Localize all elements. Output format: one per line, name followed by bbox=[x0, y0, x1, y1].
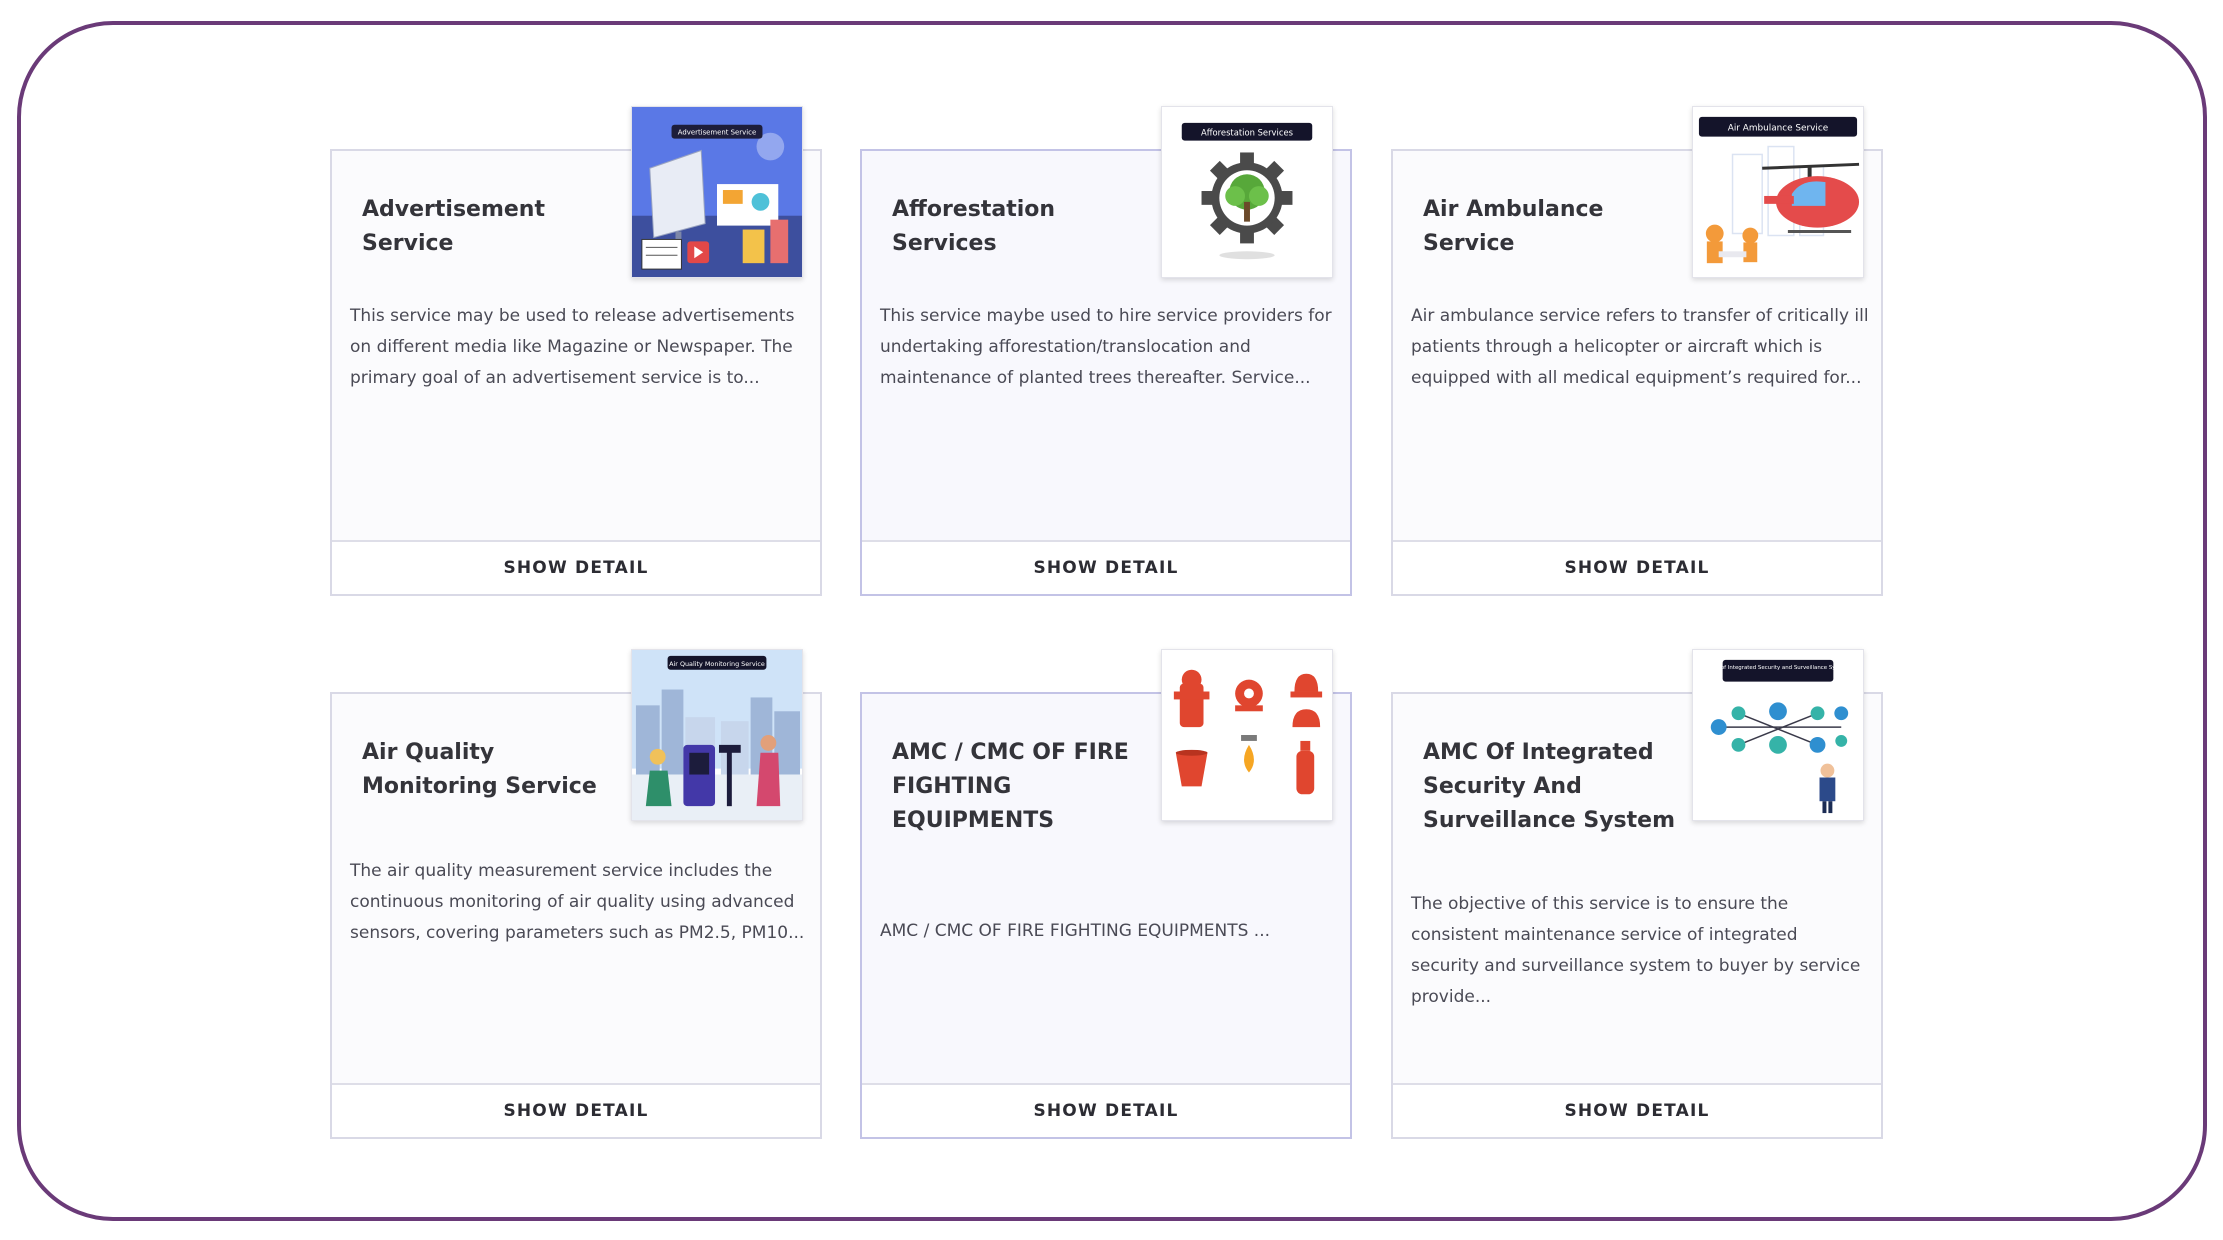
image-caption: Air Quality Monitoring Service bbox=[669, 660, 765, 668]
service-card-air-ambulance: Air Ambulance Service Air Ambulance Serv… bbox=[1391, 106, 1883, 596]
card-title: AMC Of Integrated Security And Surveilla… bbox=[1423, 740, 1676, 833]
service-card-advertisement: Advertisement Service Advertisement Serv… bbox=[330, 106, 822, 596]
card-title: AMC / CMC OF FIRE FIGHTING EQUIPMENTS bbox=[892, 740, 1129, 833]
advertisement-billboard-icon: Advertisement Service bbox=[631, 106, 803, 278]
card-description: This service may be used to release adve… bbox=[350, 306, 795, 388]
image-caption: AMC of Integrated Security and Surveilla… bbox=[1707, 665, 1849, 671]
card-description: Air ambulance service refers to transfer… bbox=[1411, 306, 1869, 388]
image-caption: Advertisement Service bbox=[678, 129, 756, 137]
card-description: The objective of this service is to ensu… bbox=[1411, 894, 1861, 1007]
card-description: The air quality measurement service incl… bbox=[350, 861, 805, 943]
card-description: AMC / CMC OF FIRE FIGHTING EQUIPMENTS ..… bbox=[880, 921, 1271, 941]
card-title: Advertisement Service bbox=[362, 197, 545, 256]
show-detail-button[interactable]: SHOW DETAIL bbox=[332, 540, 820, 594]
service-card-air-quality: Air Quality Monitoring Service Air Quali… bbox=[330, 649, 822, 1139]
card-description: This service maybe used to hire service … bbox=[880, 306, 1332, 388]
show-detail-button[interactable]: SHOW DETAIL bbox=[862, 1083, 1350, 1137]
show-detail-button[interactable]: SHOW DETAIL bbox=[1393, 1083, 1881, 1137]
card-title: Afforestation Services bbox=[892, 197, 1056, 256]
service-card-security-surveillance: AMC of Integrated Security and Surveilla… bbox=[1391, 649, 1883, 1139]
security-network-icon: AMC of Integrated Security and Surveilla… bbox=[1692, 649, 1864, 821]
show-detail-button[interactable]: SHOW DETAIL bbox=[862, 540, 1350, 594]
show-detail-button[interactable]: SHOW DETAIL bbox=[1393, 540, 1881, 594]
service-grid: Advertisement Service Advertisement Serv… bbox=[0, 0, 2223, 1240]
helicopter-ambulance-icon: Air Ambulance Service bbox=[1692, 106, 1864, 278]
gear-tree-icon: Afforestation Services bbox=[1161, 106, 1333, 278]
service-card-fire-fighting: AMC / CMC OF FIRE FIGHTING EQUIPMENTS AM… bbox=[860, 649, 1352, 1139]
city-air-sensor-icon: Air Quality Monitoring Service bbox=[631, 649, 803, 821]
image-caption: Air Ambulance Service bbox=[1728, 124, 1828, 134]
card-title: Air Ambulance Service bbox=[1423, 197, 1604, 256]
show-detail-button[interactable]: SHOW DETAIL bbox=[332, 1083, 820, 1137]
image-caption: Afforestation Services bbox=[1201, 128, 1293, 138]
fire-equipment-icon bbox=[1161, 649, 1333, 821]
service-card-afforestation: Afforestation Services Afforestation Ser… bbox=[860, 106, 1352, 596]
card-title: Air Quality Monitoring Service bbox=[362, 740, 597, 799]
